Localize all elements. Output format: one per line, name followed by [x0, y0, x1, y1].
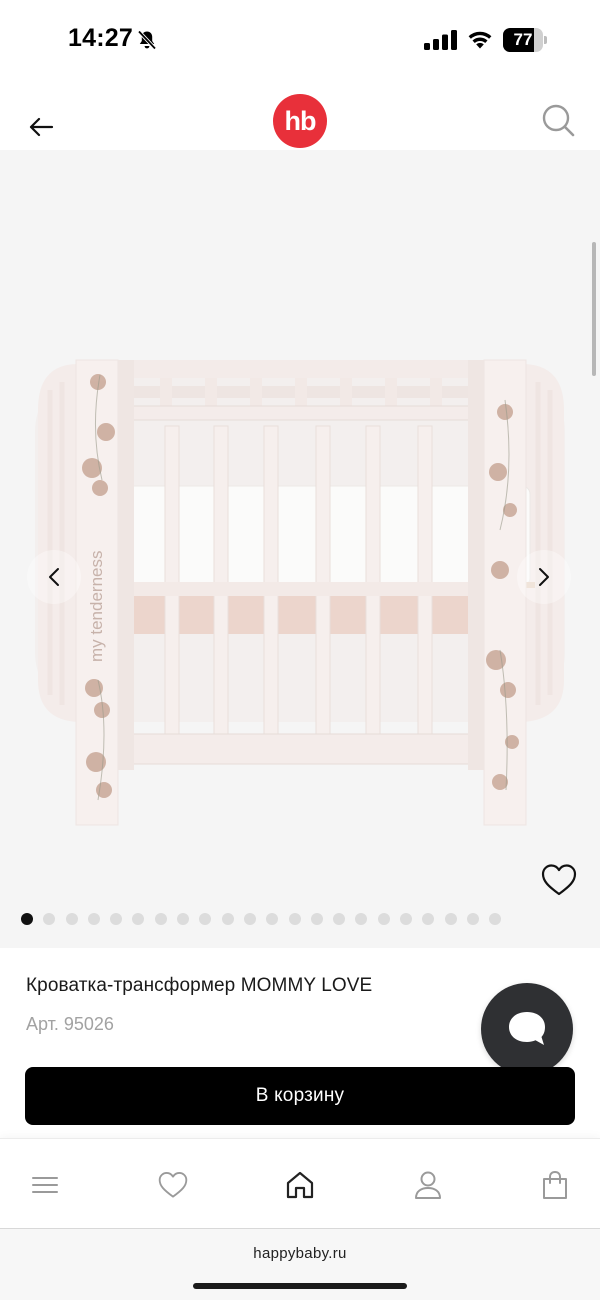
gallery-dot[interactable] — [199, 913, 212, 925]
product-gallery[interactable]: my tenderness — [0, 150, 600, 948]
gallery-dot[interactable] — [154, 913, 167, 925]
chevron-right-icon — [539, 568, 549, 586]
status-bar: 14:27 77 — [0, 0, 600, 80]
battery-percent: 77 — [513, 30, 533, 49]
gallery-dot[interactable] — [400, 913, 413, 925]
product-sku: Арт. 95026 — [26, 1014, 114, 1034]
cellular-signal-icon — [424, 30, 457, 50]
gallery-dot[interactable] — [221, 913, 234, 925]
nav-favorites[interactable] — [153, 1167, 193, 1203]
bottom-navigation — [0, 1138, 600, 1228]
gallery-dot[interactable] — [288, 913, 301, 925]
logo-text: hb — [284, 105, 317, 136]
nav-cart[interactable] — [535, 1167, 575, 1203]
chat-button[interactable] — [481, 983, 573, 1075]
wifi-icon — [468, 31, 492, 49]
shopping-bag-icon — [543, 1170, 567, 1199]
scroll-indicator[interactable] — [592, 242, 596, 376]
add-to-cart-button[interactable]: В корзину — [25, 1067, 575, 1125]
gallery-dot[interactable] — [310, 913, 323, 925]
home-indicator — [193, 1283, 407, 1289]
gallery-dot[interactable] — [444, 913, 457, 925]
nav-menu[interactable] — [25, 1167, 65, 1203]
chat-bubble-icon — [509, 1012, 545, 1045]
gallery-dot[interactable] — [43, 913, 56, 925]
gallery-dot[interactable] — [333, 913, 346, 925]
gallery-dot[interactable] — [489, 913, 502, 925]
gallery-dot[interactable] — [377, 913, 390, 925]
nav-profile[interactable] — [408, 1167, 448, 1203]
gallery-dot[interactable] — [21, 913, 33, 925]
gallery-dot[interactable] — [355, 913, 368, 925]
product-title: Кроватка-трансформер MOMMY LOVE — [26, 975, 373, 996]
gallery-dot[interactable] — [132, 913, 145, 925]
battery-icon: 77 — [503, 28, 547, 52]
search-icon[interactable] — [540, 102, 576, 138]
gallery-dot[interactable] — [243, 913, 256, 925]
browser-address-bar[interactable]: happybaby.ru — [0, 1228, 600, 1300]
nav-home[interactable] — [280, 1167, 320, 1203]
app-header: hb — [0, 80, 600, 150]
gallery-dot[interactable] — [65, 913, 78, 925]
back-button[interactable] — [24, 110, 58, 144]
heart-icon — [158, 1172, 188, 1198]
bell-slash-icon — [137, 30, 157, 50]
gallery-dots — [21, 913, 502, 927]
chevron-left-icon — [49, 568, 59, 586]
gallery-dot[interactable] — [466, 913, 479, 925]
menu-icon — [32, 1177, 58, 1193]
arrow-left-icon — [29, 117, 54, 137]
product-image: my tenderness — [35, 359, 565, 826]
gallery-dot[interactable] — [422, 913, 435, 925]
gallery-dot[interactable] — [110, 913, 123, 925]
user-icon — [415, 1171, 441, 1199]
gallery-next-button[interactable] — [517, 550, 571, 604]
url-text[interactable]: happybaby.ru — [0, 1245, 600, 1262]
brand-logo[interactable]: hb — [273, 94, 327, 148]
gallery-dot[interactable] — [87, 913, 100, 925]
gallery-dot[interactable] — [266, 913, 279, 925]
gallery-prev-button[interactable] — [27, 550, 81, 604]
home-icon — [286, 1171, 314, 1199]
status-time: 14:27 — [68, 24, 133, 52]
heart-outline-icon[interactable] — [540, 862, 578, 898]
gallery-dot[interactable] — [177, 913, 190, 925]
image-text: my tenderness — [87, 551, 106, 663]
